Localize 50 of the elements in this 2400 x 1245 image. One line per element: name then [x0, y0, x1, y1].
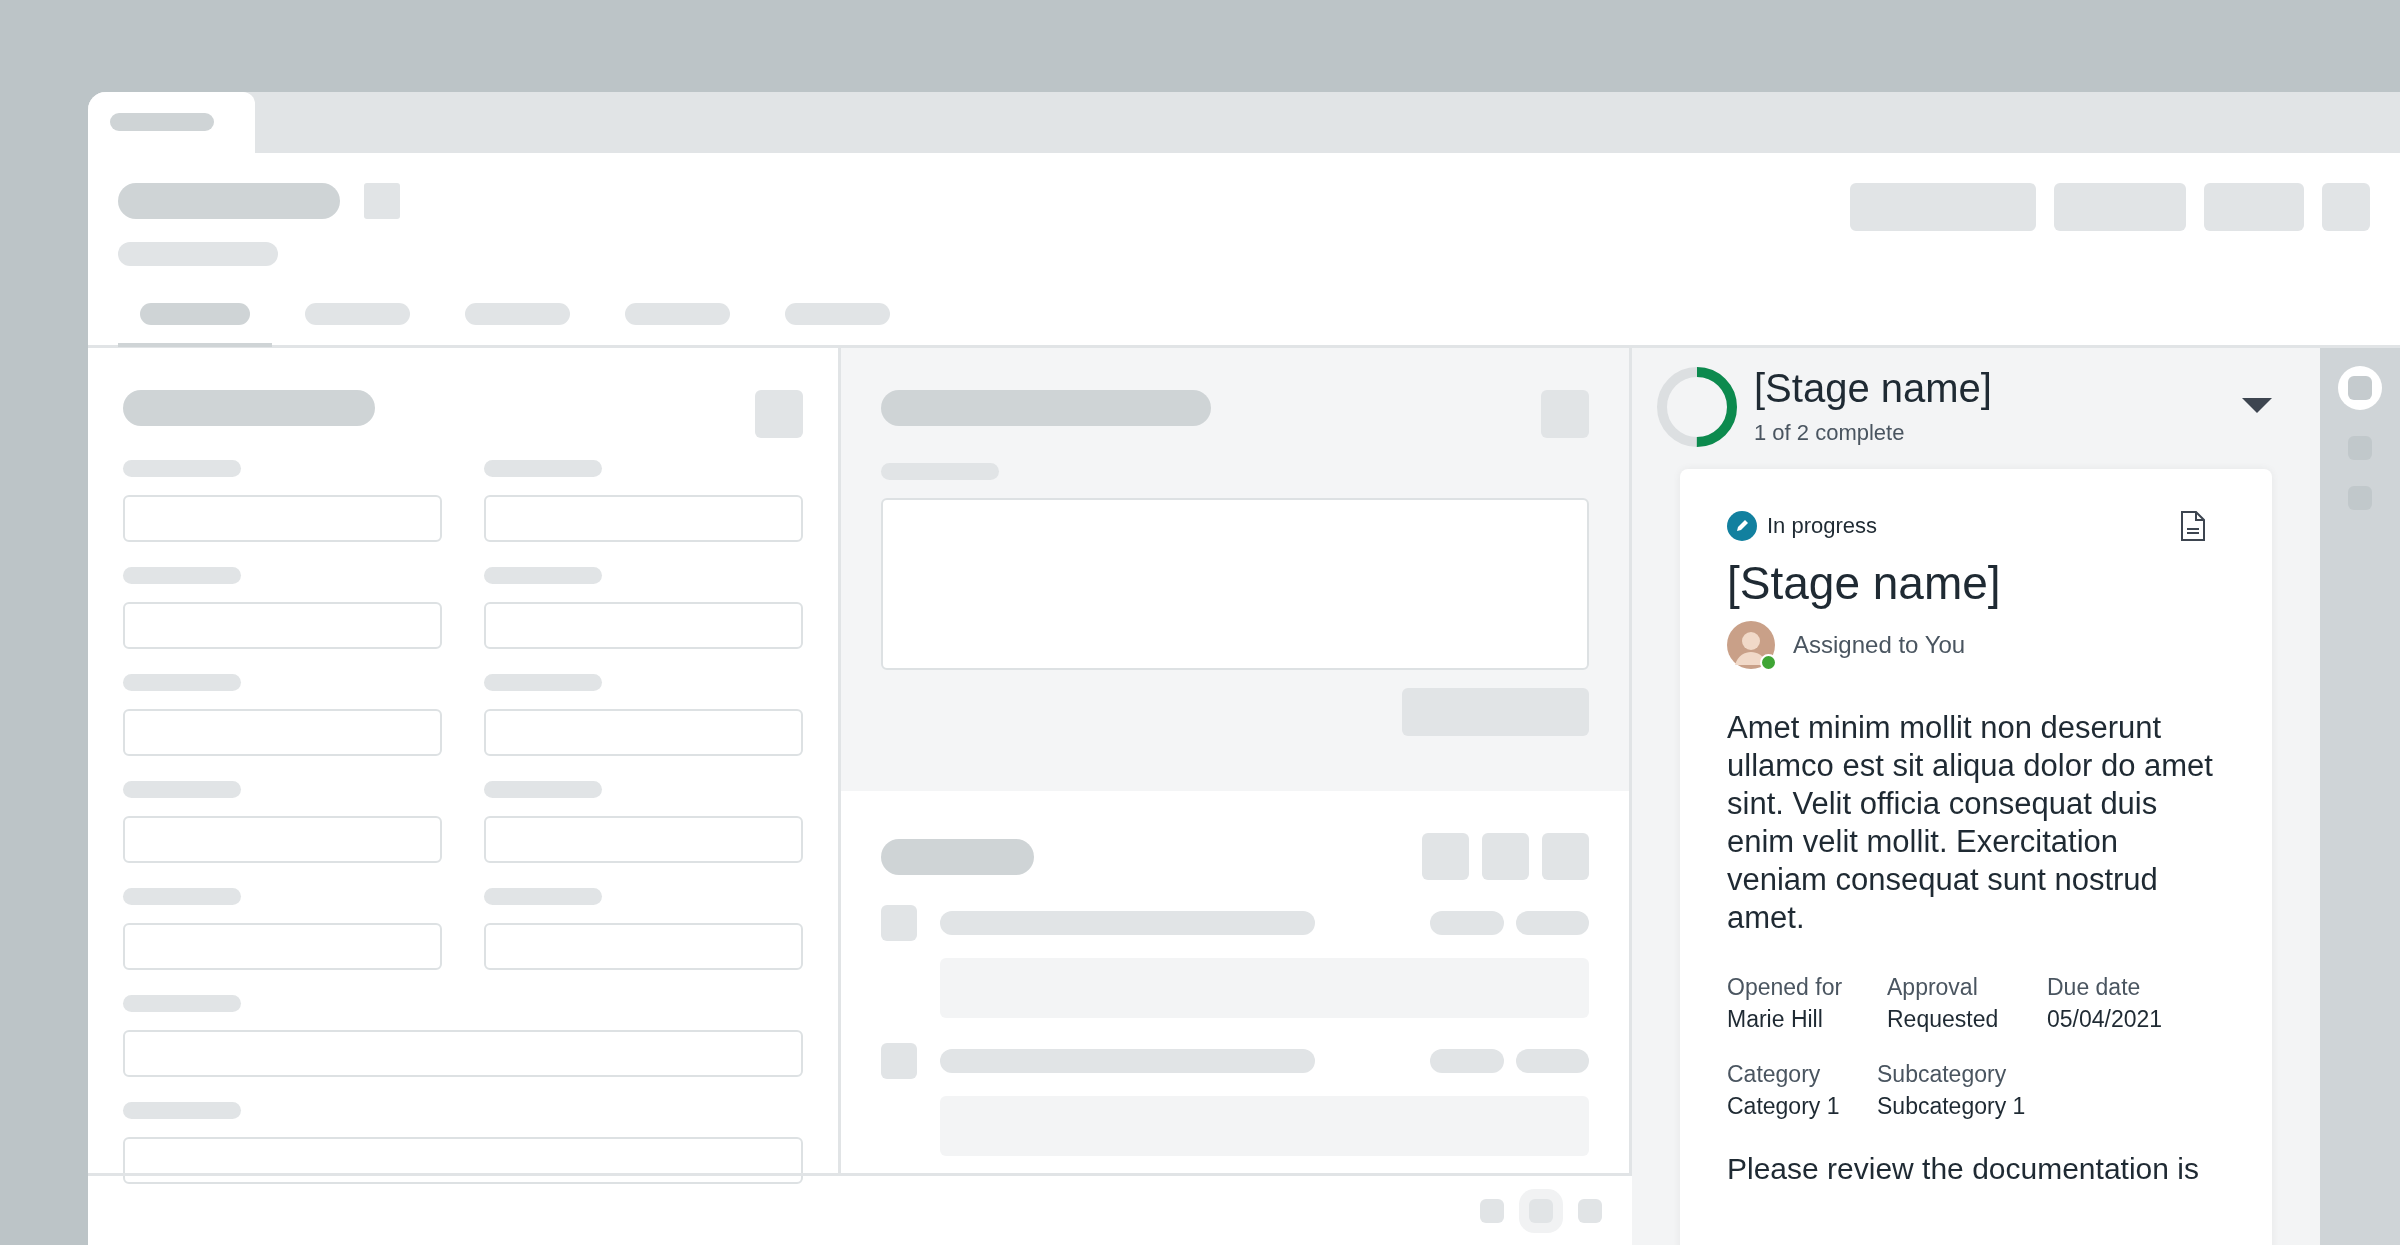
skeleton-field[interactable] [484, 495, 803, 542]
skeleton-field[interactable] [484, 602, 803, 649]
skeleton-button[interactable] [1422, 833, 1469, 880]
status-text: In progress [1767, 512, 1878, 540]
progress-text: 1 of 2 complete [1754, 419, 1906, 447]
skeleton-field[interactable] [484, 709, 803, 756]
field-label: Approval [1887, 973, 1979, 1003]
stage-title: [Stage name] [1754, 366, 1993, 410]
skeleton-icon [1480, 1198, 1504, 1223]
skeleton-icon [881, 1043, 917, 1079]
skeleton-icon [364, 183, 400, 219]
field-label: Subcategory [1877, 1059, 2008, 1089]
skeleton-button[interactable] [2204, 183, 2304, 231]
caret-icon[interactable] [2242, 398, 2272, 414]
skeleton-field[interactable] [123, 1030, 803, 1077]
field-label: Opened for [1727, 973, 1844, 1003]
skeleton-field[interactable] [484, 816, 803, 863]
skeleton-field[interactable] [123, 816, 442, 863]
field-value: Marie Hill [1727, 1005, 1824, 1035]
document-icon[interactable] [2180, 510, 2206, 541]
browser-tab[interactable] [88, 92, 255, 153]
skeleton-field[interactable] [123, 602, 442, 649]
assignee-text: Assigned to You [1793, 630, 1966, 661]
skeleton-field[interactable] [123, 923, 442, 970]
skeleton-field[interactable] [484, 923, 803, 970]
skeleton-icon [881, 905, 917, 941]
skeleton-field[interactable] [123, 495, 442, 542]
skeleton-button[interactable] [2054, 183, 2186, 231]
field-value: Category 1 [1727, 1091, 1841, 1121]
field-label: Due date [2047, 973, 2142, 1003]
skeleton-icon [1578, 1198, 1602, 1223]
skeleton-tab[interactable] [118, 303, 272, 347]
field-value: 05/04/2021 [2047, 1005, 2163, 1035]
note-text: Please review the documentation is [1727, 1150, 2200, 1187]
avatar [1727, 621, 1775, 670]
description-text: Amet minim mollit non deserunt ullamco est sit aliqua dolor do amet sint. Velit officia consequat duis enim velit mollit. Exercitation veniam consequat sunt nostrud amet. [1727, 709, 2214, 938]
pencil-icon [1727, 510, 1757, 541]
skeleton-button[interactable] [1482, 833, 1529, 880]
skeleton-button[interactable] [1542, 833, 1589, 880]
stage-title: [Stage name] [1727, 556, 2002, 611]
skeleton-field[interactable] [123, 709, 442, 756]
skeleton-button[interactable] [755, 390, 803, 438]
field-value: Subcategory 1 [1877, 1091, 2026, 1121]
rail-button[interactable] [2338, 366, 2382, 410]
skeleton-button[interactable] [2322, 183, 2370, 231]
field-label: Category [1727, 1059, 1822, 1089]
skeleton-field[interactable] [123, 1137, 803, 1184]
skeleton-button[interactable] [1850, 183, 2036, 231]
skeleton-text-area[interactable] [881, 498, 1589, 670]
field-value: Requested [1887, 1005, 2000, 1035]
